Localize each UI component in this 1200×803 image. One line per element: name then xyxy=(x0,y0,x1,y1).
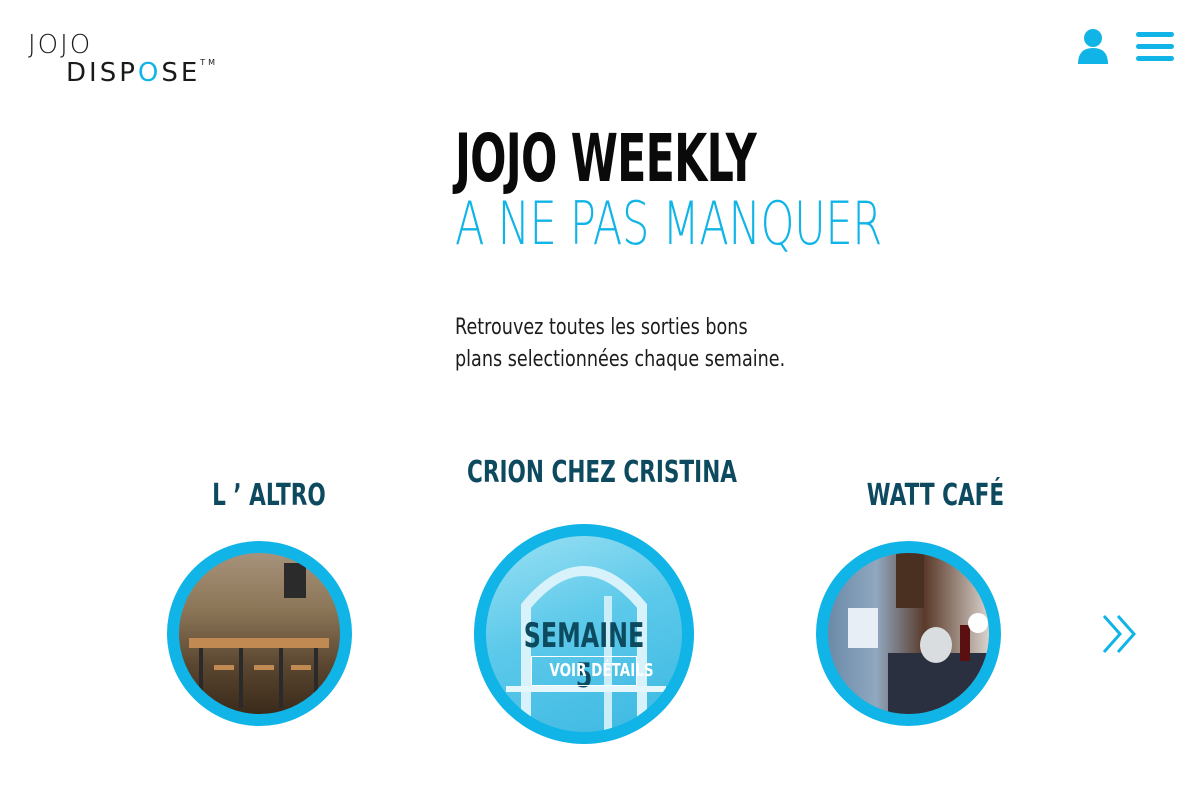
card-title-crion[interactable]: CRION CHEZ CRISTINA xyxy=(467,455,737,490)
menu-line-icon xyxy=(1136,44,1174,49)
intro-text: Retrouvez toutes les sorties bons plans … xyxy=(455,315,786,372)
menu-line-icon xyxy=(1136,32,1174,37)
user-account-button[interactable] xyxy=(1076,28,1110,66)
card-image-crion[interactable]: SEMAINE 5 VOIR DÉTAILS xyxy=(474,524,694,744)
card-title-watt-cafe[interactable]: WATT CAFÉ xyxy=(867,478,1004,513)
cafe-photo xyxy=(828,553,989,714)
logo-top-text: JOJO xyxy=(28,30,93,60)
card-title-laltro[interactable]: L ’ ALTRO xyxy=(212,478,326,513)
view-details-button[interactable]: VOIR DÉTAILS xyxy=(531,656,654,686)
restaurant-photo-overlay: SEMAINE 5 VOIR DÉTAILS xyxy=(486,536,682,732)
site-logo[interactable]: JOJO DISPOSETM xyxy=(28,30,215,92)
logo-bottom-text: DISPOSETM xyxy=(66,58,219,88)
hero-title-block: JOJO WEEKLY A NE PAS MANQUER xyxy=(455,120,955,259)
menu-line-icon xyxy=(1136,56,1174,61)
location-pin-icon: O xyxy=(137,58,162,88)
card-image-laltro[interactable] xyxy=(167,541,352,726)
restaurant-photo xyxy=(179,553,340,714)
page-subtitle: A NE PAS MANQUER xyxy=(455,189,882,259)
hamburger-menu-button[interactable] xyxy=(1136,32,1174,64)
double-chevron-right-icon xyxy=(1102,615,1137,653)
user-icon xyxy=(1078,29,1108,64)
carousel-next-button[interactable] xyxy=(1100,612,1140,656)
page-title: JOJO WEEKLY xyxy=(455,120,757,197)
card-image-watt-cafe[interactable] xyxy=(816,541,1001,726)
